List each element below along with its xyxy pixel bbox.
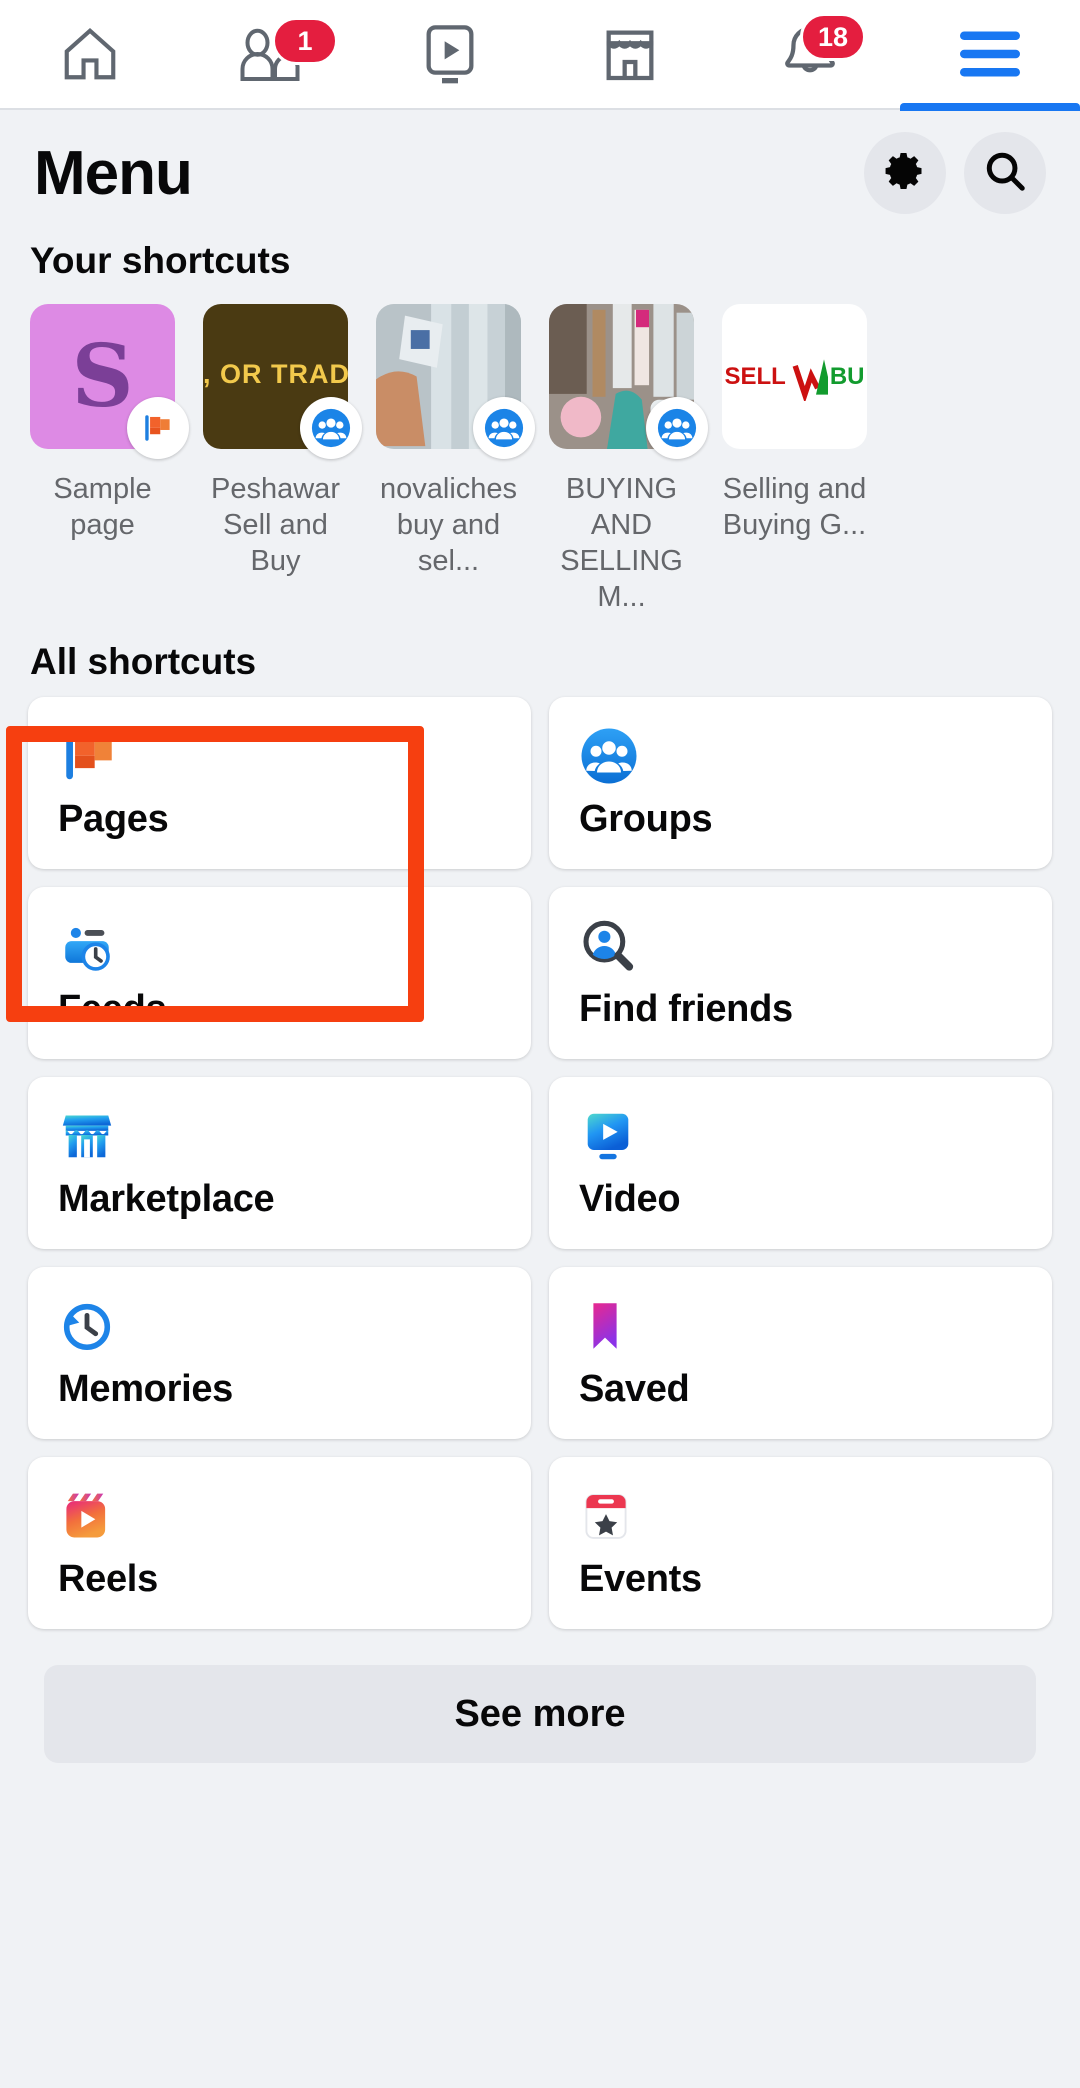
home-icon — [57, 23, 123, 85]
card-label: Groups — [579, 798, 713, 840]
shortcut-thumb-wrap: , OR TRADE — [203, 304, 362, 459]
nav-video[interactable] — [360, 0, 540, 109]
shortcut-card-feeds[interactable]: Feeds — [28, 887, 531, 1059]
shortcut-label: Sample page — [53, 473, 152, 541]
shortcut-buy-text: BU — [829, 362, 865, 390]
page-title: Menu — [34, 138, 193, 208]
shortcut-card-memories[interactable]: Memories — [28, 1267, 531, 1439]
your-shortcuts-title: Your shortcuts — [30, 240, 291, 281]
shortcut-tile-text: , OR TRADE — [203, 359, 348, 390]
shortcuts-carousel[interactable]: S Sample page , OR TRADE — [0, 282, 1080, 615]
memories-clock-icon — [58, 1295, 501, 1357]
shortcut-card-events[interactable]: Events — [549, 1457, 1052, 1629]
menu-header: Menu — [0, 110, 1080, 218]
shortcut-thumbnail: SELL BU — [722, 304, 867, 449]
shortcut-label: Selling and Buying G... — [722, 473, 867, 541]
nav-home[interactable] — [0, 0, 180, 109]
shortcut-item[interactable]: SELL BU Selling and Buying G... — [722, 304, 867, 615]
card-label: Find friends — [579, 988, 793, 1030]
shortcut-card-find-friends[interactable]: Find friends — [549, 887, 1052, 1059]
find-friends-search-icon — [579, 915, 1022, 977]
events-calendar-icon — [579, 1485, 1022, 1547]
marketplace-store-icon — [58, 1105, 501, 1167]
notifications-badge: 18 — [800, 13, 866, 61]
all-shortcuts-title: All shortcuts — [30, 641, 257, 682]
shortcut-thumb-wrap — [549, 304, 708, 459]
shortcut-item[interactable]: novaliches buy and sel... — [376, 304, 535, 615]
gear-icon — [883, 149, 927, 198]
shortcut-label: novaliches buy and sel... — [379, 473, 518, 577]
shortcut-label: Peshawar Sell and Buy — [211, 473, 340, 577]
saved-bookmark-icon — [579, 1295, 1022, 1357]
video-play-icon — [579, 1105, 1022, 1167]
card-label: Marketplace — [58, 1178, 275, 1220]
all-shortcuts-grid: Pages Groups Feeds Find friends Marketpl… — [0, 683, 1080, 1629]
shortcut-sell-text: SELL — [724, 362, 786, 390]
shortcut-item[interactable]: S Sample page — [30, 304, 189, 615]
top-navigation-bar: 1 18 — [0, 0, 1080, 111]
search-icon — [982, 148, 1028, 199]
page-flag-badge-icon — [127, 397, 189, 459]
shortcut-card-groups[interactable]: Groups — [549, 697, 1052, 869]
shortcut-card-reels[interactable]: Reels — [28, 1457, 531, 1629]
card-label: Feeds — [58, 988, 167, 1030]
menu-hamburger-icon — [957, 29, 1023, 79]
marketplace-icon — [598, 24, 662, 84]
group-people-badge-icon — [646, 397, 708, 459]
card-label: Saved — [579, 1368, 690, 1410]
shortcut-item[interactable]: , OR TRADE Peshawar Sell and Buy — [203, 304, 362, 615]
shortcut-card-saved[interactable]: Saved — [549, 1267, 1052, 1439]
see-more-button[interactable]: See more — [44, 1665, 1036, 1763]
video-icon — [420, 22, 480, 86]
shortcut-thumb-wrap — [376, 304, 535, 459]
card-label: Pages — [58, 798, 169, 840]
shortcut-label: BUYING AND SELLING M... — [560, 473, 683, 613]
nav-notifications[interactable]: 18 — [720, 0, 900, 109]
friends-badge: 1 — [272, 17, 338, 65]
shortcut-thumb-wrap: SELL BU — [722, 304, 867, 449]
nav-marketplace[interactable] — [540, 0, 720, 109]
card-label: Video — [579, 1178, 681, 1220]
shortcut-card-pages[interactable]: Pages — [28, 697, 531, 869]
header-actions — [864, 132, 1046, 214]
menu-screen: 1 18 Menu Your shortcuts S Sample page ,… — [0, 0, 1080, 2088]
card-label: Reels — [58, 1558, 158, 1600]
shortcut-card-marketplace[interactable]: Marketplace — [28, 1077, 531, 1249]
active-tab-underline — [900, 103, 1080, 111]
pages-flag-icon — [58, 725, 501, 787]
nav-friends[interactable]: 1 — [180, 0, 360, 109]
feeds-clock-icon — [58, 915, 501, 977]
shortcut-card-video[interactable]: Video — [549, 1077, 1052, 1249]
nav-menu[interactable] — [900, 0, 1080, 111]
search-button[interactable] — [964, 132, 1046, 214]
see-more-wrap: See more — [0, 1629, 1080, 1763]
groups-people-icon — [579, 725, 1022, 787]
shortcut-thumb-wrap: S — [30, 304, 189, 459]
settings-button[interactable] — [864, 132, 946, 214]
shortcut-item[interactable]: BUYING AND SELLING M... — [549, 304, 708, 615]
card-label: Memories — [58, 1368, 234, 1410]
reels-clapper-icon — [58, 1485, 501, 1547]
shortcut-tile-text: SELL BU — [722, 304, 867, 449]
group-people-badge-icon — [300, 397, 362, 459]
card-label: Events — [579, 1558, 702, 1600]
group-people-badge-icon — [473, 397, 535, 459]
